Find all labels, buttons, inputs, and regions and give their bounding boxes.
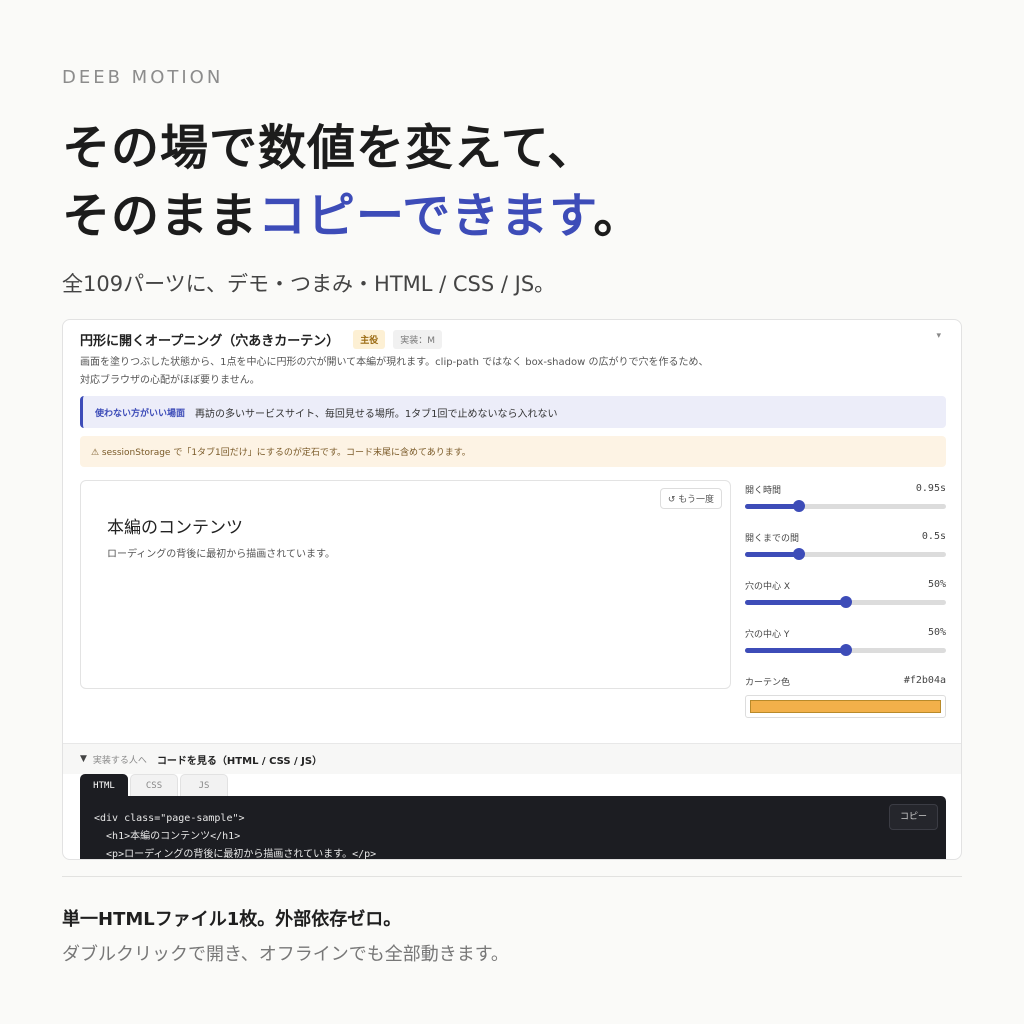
control-open-delay: 開くまでの間 0.5s (745, 528, 946, 576)
divider (62, 876, 962, 877)
expand-caret-icon: ▼ (80, 754, 87, 764)
badge-main: 主役 (353, 329, 386, 349)
card-description-line-2: 対応ブラウザの心配がほぼ要りません。 (80, 375, 260, 386)
slider-track[interactable] (745, 548, 946, 560)
card-title: 円形に開くオープニング（穴あきカーテン） (80, 333, 340, 349)
control-label: 穴の中心 X (745, 582, 791, 592)
slider-handle[interactable] (839, 644, 852, 656)
card-description-line-1: 画面を塗りつぶした状態から、1点を中心に円形の穴が開いて本編が現れます。clip… (80, 357, 709, 368)
headline-accent: コピーできます (258, 188, 594, 244)
copy-button[interactable]: コピー (888, 804, 938, 830)
subline: 全109パーツに、デモ・つまみ・HTML / CSS / JS。 (62, 272, 556, 296)
tab-js[interactable]: JS (180, 774, 228, 796)
code-line: <div class="page-sample"> (94, 813, 245, 824)
control-value: 50% (927, 627, 946, 638)
slider-fill (745, 504, 800, 509)
slider-track[interactable] (745, 596, 946, 608)
footer-headline: 単一HTMLファイル1枚。外部依存ゼロ。 (62, 909, 402, 930)
headline-line-2: そのままコピーできます。 (62, 182, 642, 250)
control-center-x: 穴の中心 X 50% (745, 576, 946, 624)
code-line: <p>ローディングの背後に最初から描画されています。</p> (94, 849, 377, 860)
code-audience-label: 実装する人へ (92, 755, 147, 766)
control-center-y: 穴の中心 Y 50% (745, 624, 946, 672)
color-swatch (750, 700, 941, 713)
headline-line-2-prefix: そのまま (62, 188, 259, 244)
control-value: 0.95s (915, 483, 946, 494)
headline: その場で数値を変えて、 そのままコピーできます。 (62, 114, 642, 250)
control-value: 50% (927, 579, 946, 590)
demo-preview: ↺ もう一度 本編のコンテンツ ローディングの背後に最初から描画されています。 (80, 480, 731, 689)
avoid-note-tag: 使わない方がいい場面 (95, 408, 186, 419)
control-curtain-color: カーテン色 #f2b04a (745, 672, 946, 720)
controls-panel: 開く時間 0.95s 開くまでの間 0.5s 穴の中心 X 50% 穴の中心 Y… (745, 480, 946, 720)
control-label: 穴の中心 Y (745, 630, 790, 640)
badge-implementation: 実装：M (393, 329, 443, 349)
control-label: 開くまでの間 (745, 534, 800, 544)
card-description: 画面を塗りつぶした状態から、1点を中心に円形の穴が開いて本編が現れます。clip… (80, 354, 940, 390)
control-label: 開く時間 (745, 486, 782, 496)
control-open-duration: 開く時間 0.95s (745, 480, 946, 528)
tab-css[interactable]: CSS (130, 774, 178, 796)
color-picker[interactable] (745, 695, 946, 718)
code-line: <h1>本編のコンテンツ</h1> (94, 831, 241, 842)
slider-handle[interactable] (793, 548, 806, 560)
control-label: カーテン色 (745, 678, 791, 688)
tab-html[interactable]: HTML (80, 774, 128, 796)
control-value: 0.5s (921, 531, 946, 542)
replay-button[interactable]: ↺ もう一度 (659, 488, 722, 509)
component-card: 円形に開くオープニング（穴あきカーテン） 主役 実装：M ▾ 画面を塗りつぶした… (62, 319, 962, 860)
control-value: #f2b04a (903, 675, 946, 686)
headline-line-1: その場で数値を変えて、 (62, 120, 597, 176)
card-header: 円形に開くオープニング（穴あきカーテン） 主役 実装：M (80, 329, 443, 349)
demo-heading: 本編のコンテンツ (107, 518, 243, 538)
slider-fill (745, 648, 846, 653)
code-block: <div class="page-sample"> <h1>本編のコンテンツ</… (80, 796, 946, 860)
brand-label: DEEB MOTION (62, 67, 224, 88)
headline-line-2-suffix: 。 (593, 188, 643, 244)
code-tabs: HTML CSS JS (80, 774, 228, 796)
slider-handle[interactable] (839, 596, 852, 608)
slider-track[interactable] (745, 644, 946, 656)
code-toggle-label: コードを見る（HTML / CSS / JS） (156, 755, 323, 767)
slider-fill (745, 552, 800, 557)
slider-fill (745, 600, 846, 605)
warning-note: ⚠ sessionStorage で「1タブ1回だけ」にするのが定石です。コード… (80, 436, 946, 467)
avoid-note-text: 再訪の多いサービスサイト、毎回見せる場所。1タブ1回で止めないなら入れない (195, 408, 558, 420)
code-toggle-bar[interactable]: ▼ 実装する人へ コードを見る（HTML / CSS / JS） (63, 743, 961, 774)
collapse-chevron-icon[interactable]: ▾ (936, 331, 941, 341)
slider-handle[interactable] (793, 500, 806, 512)
footer-subtext: ダブルクリックで開き、オフラインでも全部動きます。 (62, 944, 509, 965)
avoid-note: 使わない方がいい場面 再訪の多いサービスサイト、毎回見せる場所。1タブ1回で止め… (80, 396, 946, 428)
slider-track[interactable] (745, 500, 946, 512)
demo-paragraph: ローディングの背後に最初から描画されています。 (107, 549, 335, 560)
